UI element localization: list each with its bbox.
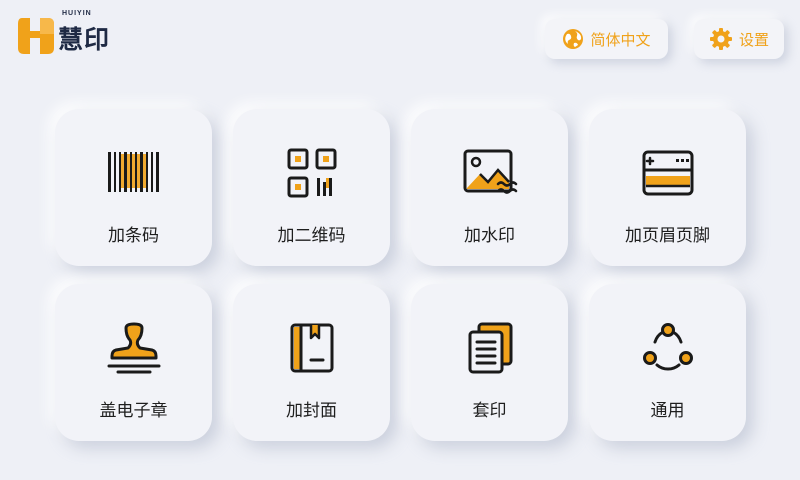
language-button[interactable]: 简体中文 (545, 19, 668, 59)
overprint-documents-icon (468, 322, 512, 374)
tile-add-cover[interactable]: 加封面 (233, 284, 390, 441)
brand-logo-icon (18, 18, 54, 54)
tile-add-qrcode[interactable]: 加二维码 (233, 109, 390, 266)
language-label: 简体中文 (590, 30, 651, 49)
tile-add-watermark[interactable]: 加水印 (411, 109, 568, 266)
tile-label: 通用 (650, 401, 685, 421)
settings-label: 设置 (738, 30, 769, 49)
tile-label: 套印 (472, 401, 507, 421)
globe-icon (563, 29, 584, 49)
share-nodes-icon (642, 323, 693, 371)
tile-label: 加页眉页脚 (625, 226, 710, 246)
barcode-icon (107, 152, 159, 192)
header-footer-icon (642, 150, 693, 196)
tile-electronic-seal[interactable]: 盖电子章 (55, 284, 212, 441)
tile-add-barcode[interactable]: 加条码 (55, 109, 212, 266)
gear-icon (709, 28, 732, 50)
tile-overprint[interactable]: 套印 (411, 284, 568, 441)
tile-general[interactable]: 通用 (589, 284, 746, 441)
tile-label: 盖电子章 (99, 401, 168, 421)
watermark-image-icon (463, 149, 517, 194)
tile-label: 加水印 (464, 226, 515, 246)
tile-add-header-footer[interactable]: 加页眉页脚 (589, 109, 746, 266)
qrcode-icon (287, 148, 336, 198)
stamp-icon (107, 322, 160, 374)
tile-label: 加二维码 (277, 226, 346, 246)
settings-button[interactable]: 设置 (694, 19, 784, 59)
brand-sub: HUIYIN (62, 10, 92, 17)
book-cover-icon (290, 323, 333, 373)
tile-label: 加条码 (108, 226, 159, 246)
brand-logo: HUIYIN 慧印 (16, 10, 111, 56)
brand-name: 慧印 (58, 25, 111, 54)
tile-label: 加封面 (286, 401, 337, 421)
feature-grid: 加条码 加二维码 加水印 加页眉页脚 盖电子章 加封面 套印 通用 (55, 109, 746, 441)
